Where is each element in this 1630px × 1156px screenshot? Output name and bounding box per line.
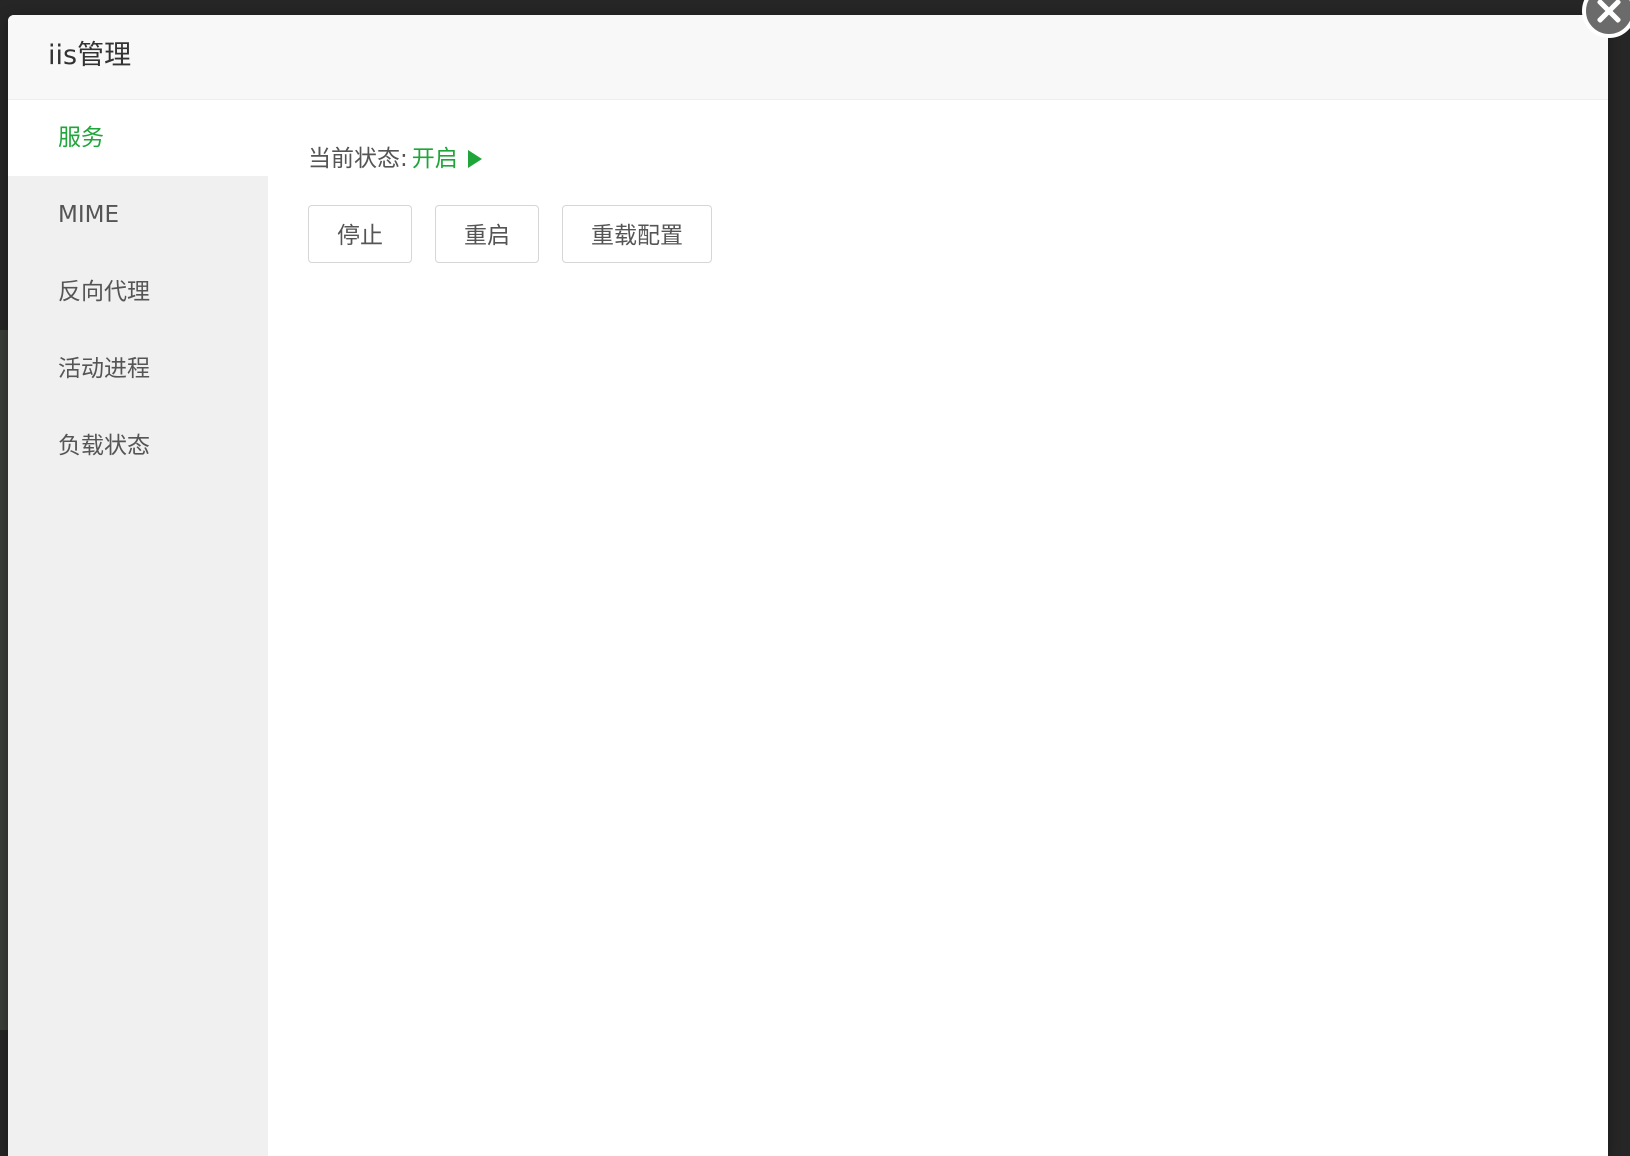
status-label: 当前状态: — [308, 146, 408, 172]
reload-config-button[interactable]: 重载配置 — [562, 205, 712, 263]
service-panel: 当前状态: 开启 停止 重启 重载配置 — [268, 100, 1608, 1156]
sidebar-item-service[interactable]: 服务 — [8, 100, 268, 176]
sidebar-item-load-status[interactable]: 负载状态 — [8, 408, 268, 484]
current-status: 当前状态: 开启 — [308, 142, 482, 176]
sidebar-item-reverse-proxy[interactable]: 反向代理 — [8, 254, 268, 330]
play-icon — [467, 150, 482, 168]
sidebar-item-label: 服务 — [58, 125, 104, 151]
sidebar-item-active-processes[interactable]: 活动进程 — [8, 331, 268, 407]
backdrop-strip — [0, 330, 8, 1030]
sidebar-item-label: 反向代理 — [58, 279, 150, 305]
stop-button[interactable]: 停止 — [308, 205, 412, 263]
sidebar: 服务 MIME 反向代理 活动进程 负载状态 — [8, 100, 268, 1156]
dialog-title: iis管理 — [48, 40, 132, 71]
sidebar-item-label: MIME — [58, 202, 120, 228]
sidebar-item-label: 负载状态 — [58, 433, 150, 459]
iis-manager-dialog: iis管理 服务 MIME 反向代理 活动进程 负载状态 当前状态: 开启 停止 … — [8, 15, 1608, 1156]
sidebar-item-label: 活动进程 — [58, 356, 150, 382]
status-value: 开启 — [411, 146, 458, 172]
restart-button[interactable]: 重启 — [435, 205, 539, 263]
dialog-header: iis管理 — [8, 15, 1608, 100]
sidebar-item-mime[interactable]: MIME — [8, 177, 268, 253]
